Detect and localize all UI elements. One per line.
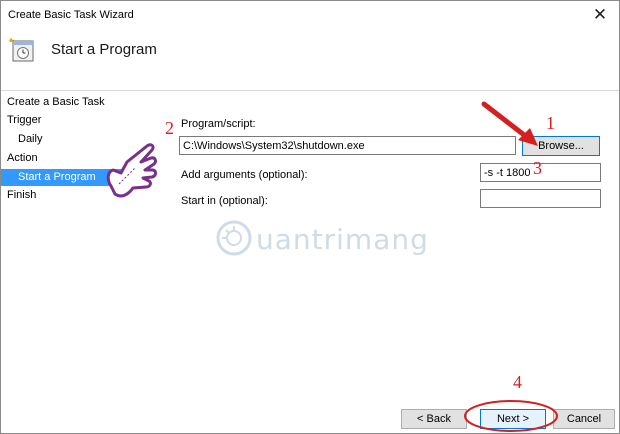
title-bar: Create Basic Task Wizard ✕ — [1, 1, 619, 30]
back-button[interactable]: < Back — [401, 409, 467, 429]
wizard-header: Start a Program — [1, 30, 619, 91]
annotation-number-2: 2 — [165, 118, 174, 138]
sidebar-item-finish: Finish — [7, 189, 37, 201]
cancel-button[interactable]: Cancel — [553, 409, 615, 429]
sidebar-item-trigger: Trigger — [7, 114, 42, 126]
browse-button[interactable]: Browse... — [522, 136, 600, 156]
start-in-label: Start in (optional): — [181, 195, 268, 207]
program-script-input[interactable]: C:\Windows\System32\shutdown.exe — [179, 136, 516, 155]
program-script-label: Program/script: — [181, 118, 256, 130]
sidebar-item-action: Action — [7, 152, 38, 164]
wizard-steps-sidebar: Create a Basic Task Trigger Daily Action… — [1, 92, 140, 433]
close-icon[interactable]: ✕ — [589, 4, 611, 26]
page-title: Start a Program — [51, 41, 157, 58]
sidebar-item-create-basic-task: Create a Basic Task — [7, 96, 105, 108]
window-title: Create Basic Task Wizard — [8, 9, 134, 21]
add-arguments-label: Add arguments (optional): — [181, 169, 308, 181]
sidebar-item-start-a-program: Start a Program — [1, 169, 140, 186]
annotation-number-4: 4 — [513, 372, 522, 392]
next-button[interactable]: Next > — [480, 409, 546, 429]
sidebar-item-daily: Daily — [18, 133, 43, 145]
quantrimang-logo-icon — [216, 220, 252, 256]
start-in-input[interactable] — [480, 189, 601, 208]
annotation-number-3: 3 — [533, 158, 542, 178]
action-form: Program/script: C:\Windows\System32\shut… — [140, 92, 619, 433]
wizard-window: Create Basic Task Wizard ✕ Start a Progr… — [0, 0, 620, 434]
task-clock-icon — [8, 37, 34, 62]
annotation-number-1: 1 — [546, 113, 555, 133]
watermark-text: uantrimang — [256, 223, 429, 256]
